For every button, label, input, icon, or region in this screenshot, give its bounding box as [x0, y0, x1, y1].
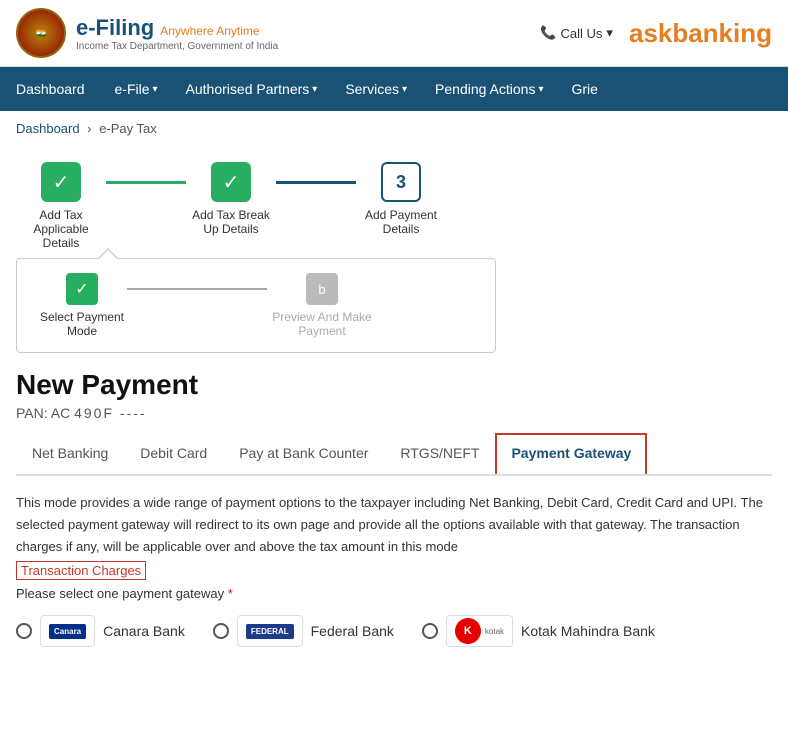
tab-content: This mode provides a wide range of payme… — [0, 476, 788, 663]
step-3-label: Add Payment Details — [356, 208, 446, 236]
nav-item-dashboard[interactable]: Dashboard — [0, 67, 101, 111]
step-1-circle: ✓ — [41, 162, 81, 202]
nav-item-griev[interactable]: Grie — [557, 67, 611, 111]
tab-payment-gateway[interactable]: Payment Gateway — [495, 433, 647, 476]
tab-rtgs-neft[interactable]: RTGS/NEFT — [384, 433, 495, 476]
nav-item-services[interactable]: Services ▾ — [331, 67, 421, 111]
header: 🇮🇳 e-Filing Anywhere Anytime Income Tax … — [0, 0, 788, 67]
services-arrow-icon: ▾ — [402, 84, 407, 95]
new-payment-section: New Payment PAN: AC 490F ---- — [0, 353, 788, 421]
bank-option-kotak[interactable]: K kotak Kotak Mahindra Bank — [422, 615, 655, 647]
call-us[interactable]: 📞 Call Us ▾ — [540, 25, 613, 41]
tab-net-banking[interactable]: Net Banking — [16, 433, 124, 476]
page-title: New Payment — [16, 369, 772, 401]
breadcrumb-home[interactable]: Dashboard — [16, 121, 80, 136]
substep-2-label: Preview And Make Payment — [267, 310, 377, 338]
step-3-circle: 3 — [381, 162, 421, 202]
substep-1: ✓ Select Payment Mode — [37, 273, 127, 338]
logo-text: e-Filing Anywhere Anytime Income Tax Dep… — [76, 15, 278, 52]
logo-efiling-text: e-Filing — [76, 15, 154, 41]
substep-1-circle: ✓ — [66, 273, 98, 305]
step-1-label: Add Tax Applicable Details — [16, 208, 106, 250]
breadcrumb: Dashboard › e-Pay Tax — [0, 111, 788, 146]
step-2: ✓ Add Tax Break Up Details — [186, 162, 276, 236]
auth-partners-arrow-icon: ▾ — [312, 84, 317, 95]
substep-line — [127, 288, 267, 290]
step-line-2 — [276, 181, 356, 184]
nav-item-pending-actions[interactable]: Pending Actions ▾ — [421, 67, 557, 111]
kotak-bank-label: Kotak Mahindra Bank — [521, 623, 655, 639]
required-asterisk: * — [228, 586, 233, 601]
canara-bank-label: Canara Bank — [103, 623, 185, 639]
phone-icon: 📞 — [540, 25, 556, 41]
radio-canara[interactable] — [16, 623, 32, 639]
federal-bank-label: Federal Bank — [311, 623, 394, 639]
pan-value: 490F ---- — [74, 405, 146, 421]
radio-kotak[interactable] — [422, 623, 438, 639]
bank-option-canara[interactable]: Canara Canara Bank — [16, 615, 185, 647]
nav-item-authorised-partners[interactable]: Authorised Partners ▾ — [172, 67, 332, 111]
header-right: 📞 Call Us ▾ askbanking — [540, 18, 772, 49]
canara-bank-logo: Canara — [40, 615, 95, 647]
logo-tagline: Anywhere Anytime — [160, 24, 259, 38]
efile-arrow-icon: ▾ — [153, 84, 158, 95]
substep-2: b Preview And Make Payment — [267, 273, 377, 338]
progress-section: ✓ Add Tax Applicable Details ✓ Add Tax B… — [0, 146, 788, 353]
step-2-circle: ✓ — [211, 162, 251, 202]
emblem-icon: 🇮🇳 — [16, 8, 66, 58]
tab-pay-bank-counter[interactable]: Pay at Bank Counter — [223, 433, 384, 476]
payment-description: This mode provides a wide range of payme… — [16, 492, 772, 558]
substeps-box: ✓ Select Payment Mode b Preview And Make… — [16, 258, 496, 353]
nav-item-efile[interactable]: e-File ▾ — [101, 67, 172, 111]
step-2-label: Add Tax Break Up Details — [186, 208, 276, 236]
pan-info: PAN: AC 490F ---- — [16, 405, 772, 421]
radio-federal[interactable] — [213, 623, 229, 639]
transaction-charges-link[interactable]: Transaction Charges — [16, 561, 146, 580]
pan-label: PAN: AC — [16, 405, 70, 421]
logo-subtitle: Income Tax Department, Government of Ind… — [76, 41, 278, 52]
bank-options: Canara Canara Bank FEDERAL Federal Bank … — [16, 615, 772, 647]
navbar: Dashboard e-File ▾ Authorised Partners ▾… — [0, 67, 788, 111]
substep-1-label: Select Payment Mode — [37, 310, 127, 338]
step-3: 3 Add Payment Details — [356, 162, 446, 236]
substep-2-circle: b — [306, 273, 338, 305]
logo: 🇮🇳 e-Filing Anywhere Anytime Income Tax … — [16, 8, 278, 58]
askbanking-logo: askbanking — [629, 18, 772, 49]
breadcrumb-separator: › — [87, 121, 91, 136]
pending-arrow-icon: ▾ — [538, 84, 543, 95]
kotak-bank-logo: K kotak — [446, 615, 513, 647]
step-1: ✓ Add Tax Applicable Details — [16, 162, 106, 250]
dropdown-arrow-icon: ▾ — [606, 25, 613, 41]
breadcrumb-current: e-Pay Tax — [99, 121, 157, 136]
bank-option-federal[interactable]: FEDERAL Federal Bank — [213, 615, 394, 647]
step-line-1 — [106, 181, 186, 184]
outer-steps: ✓ Add Tax Applicable Details ✓ Add Tax B… — [16, 162, 772, 250]
substeps-arrow-inner — [99, 250, 117, 259]
federal-bank-logo: FEDERAL — [237, 615, 303, 647]
select-gateway-label: Please select one payment gateway * — [16, 586, 772, 601]
tabs-container: Net Banking Debit Card Pay at Bank Count… — [16, 433, 772, 476]
tab-debit-card[interactable]: Debit Card — [124, 433, 223, 476]
